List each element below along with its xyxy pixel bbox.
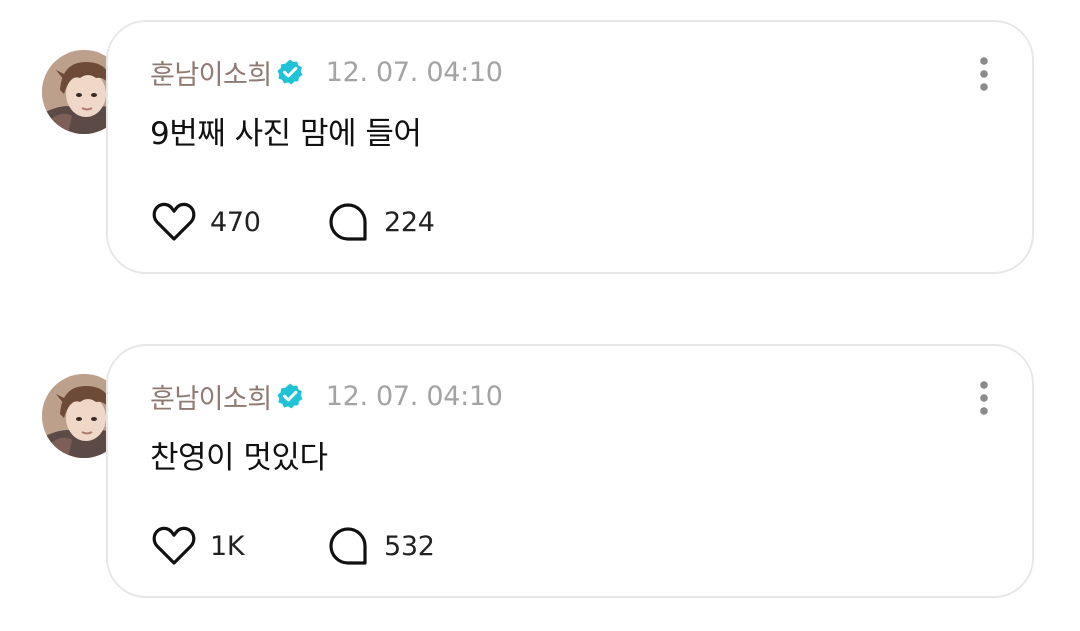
comment-card: 훈남이소희 12. 07. 04:10 찬영이 멋있다 1K 532 <box>106 344 1034 598</box>
heart-icon <box>152 526 196 565</box>
like-count: 1K <box>210 530 245 562</box>
comment-item: 훈남이소희 12. 07. 04:10 9번째 사진 맘에 들어 470 224 <box>0 14 1080 284</box>
heart-icon <box>152 202 196 241</box>
timestamp: 12. 07. 04:10 <box>325 56 503 88</box>
comment-feed: 훈남이소희 12. 07. 04:10 9번째 사진 맘에 들어 470 224… <box>0 0 1080 631</box>
like-count: 470 <box>210 206 261 238</box>
comment-button[interactable]: 532 <box>324 522 435 570</box>
comment-actions: 1K 532 <box>150 522 435 570</box>
comment-text: 9번째 사진 맘에 들어 <box>150 116 422 152</box>
comment-count: 224 <box>384 206 435 238</box>
verified-badge-icon <box>276 382 304 410</box>
author-name[interactable]: 훈남이소희 <box>150 53 272 92</box>
timestamp: 12. 07. 04:10 <box>325 380 503 412</box>
more-options-button[interactable] <box>966 376 1002 420</box>
author-name[interactable]: 훈남이소희 <box>150 377 272 416</box>
like-button[interactable]: 470 <box>150 198 324 246</box>
comment-actions: 470 224 <box>150 198 435 246</box>
comment-text: 찬영이 멋있다 <box>150 440 328 476</box>
comment-meta: 훈남이소희 12. 07. 04:10 <box>150 53 503 92</box>
comment-item: 훈남이소희 12. 07. 04:10 찬영이 멋있다 1K 532 <box>0 338 1080 608</box>
comment-bubble-icon <box>329 203 367 241</box>
like-button[interactable]: 1K <box>150 522 324 570</box>
comment-bubble-icon <box>329 527 367 565</box>
more-options-button[interactable] <box>966 52 1002 96</box>
comment-count: 532 <box>384 530 435 562</box>
comment-button[interactable]: 224 <box>324 198 435 246</box>
more-vertical-icon <box>980 57 988 91</box>
more-vertical-icon <box>980 381 988 415</box>
comment-card: 훈남이소희 12. 07. 04:10 9번째 사진 맘에 들어 470 224 <box>106 20 1034 274</box>
verified-badge-icon <box>276 58 304 86</box>
comment-meta: 훈남이소희 12. 07. 04:10 <box>150 377 503 416</box>
